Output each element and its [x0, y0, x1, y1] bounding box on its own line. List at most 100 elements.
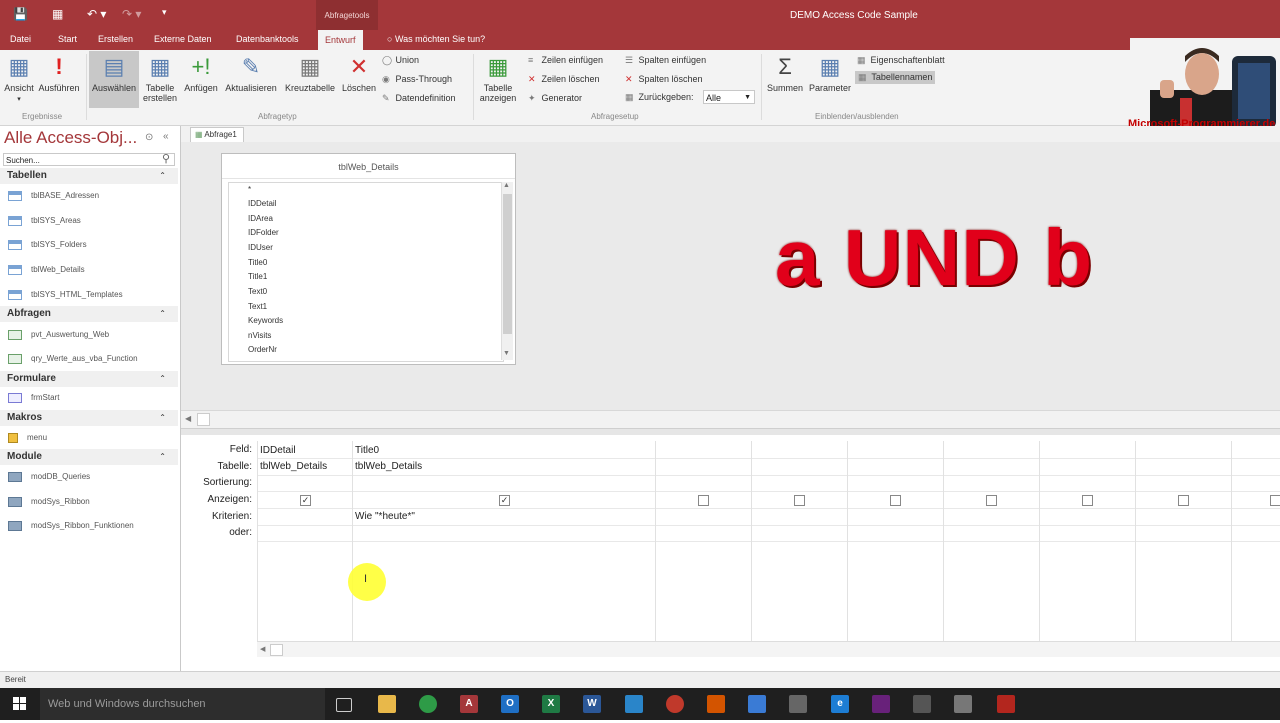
field-item[interactable]: Title0 [248, 258, 267, 267]
save-icon[interactable]: 💾 [13, 7, 28, 21]
eigenschaftenblatt-button[interactable]: ▦ Eigenschaftenblatt [857, 55, 945, 66]
field-list-tblweb-details[interactable]: tblWeb_Details * IDDetail IDArea IDFolde… [221, 153, 516, 365]
nav-item-tblsys-areas[interactable]: tblSYS_Areas [8, 216, 81, 226]
nav-item-tblsys-html-templates[interactable]: tblSYS_HTML_Templates [8, 290, 123, 300]
outlook-icon[interactable]: O [501, 695, 519, 713]
aktualisieren-button[interactable]: ✎ Aktualisieren [222, 54, 280, 93]
field-item[interactable]: Text0 [248, 287, 267, 296]
spalten-loeschen-button[interactable]: ✕ Spalten löschen [625, 74, 703, 85]
visual-studio-icon[interactable] [872, 695, 890, 713]
nav-item-modsys-ribbon-funktionen[interactable]: modSys_Ribbon_Funktionen [8, 521, 134, 531]
nav-search-input[interactable]: Suchen... [3, 153, 175, 166]
datendefinition-button[interactable]: ✎ Datendefinition [382, 93, 456, 104]
scroll-left-arrow-icon[interactable]: ◀ [260, 645, 265, 653]
loeschen-button[interactable]: ✕ Löschen [340, 54, 378, 93]
nav-item-pvt-auswertung-web[interactable]: pvt_Auswertung_Web [8, 330, 109, 340]
form-view-icon[interactable]: ▦ [52, 7, 63, 21]
grid-kriterien-cell[interactable]: Wie "*heute*" [355, 511, 415, 522]
show-checkbox[interactable] [794, 495, 805, 506]
grid-tabelle-cell[interactable]: tblWeb_Details [260, 461, 327, 472]
nav-category-tabellen[interactable]: Tabellen ⌃ [0, 168, 178, 184]
nav-category-makros[interactable]: Makros ⌃ [0, 410, 178, 426]
chrome-icon[interactable] [419, 695, 437, 713]
show-checkbox-checked[interactable]: ✓ [499, 495, 510, 506]
calendar-icon[interactable] [954, 695, 972, 713]
tab-entwurf[interactable]: Entwurf [318, 30, 363, 50]
tabellennamen-button[interactable]: ▦ Tabellennamen [855, 71, 936, 84]
field-item[interactable]: IDArea [248, 214, 273, 223]
tabelle-anzeigen-button[interactable]: ▦ Tabelle anzeigen [476, 54, 520, 103]
parameter-button[interactable]: ▦ Parameter [806, 54, 854, 93]
zurueckgeben-dropdown[interactable]: Alle ▼ [703, 90, 755, 104]
tabelle-erstellen-button[interactable]: ▦ Tabelle erstellen [141, 54, 179, 103]
scroll-up-arrow-icon[interactable]: ▲ [503, 182, 510, 189]
pass-through-button[interactable]: ◉ Pass-Through [382, 74, 452, 85]
nav-item-modsys-ribbon[interactable]: modSys_Ribbon [8, 497, 90, 507]
app-bird-icon[interactable] [625, 695, 643, 713]
collapse-pane-icon[interactable]: « [163, 131, 169, 142]
scrollbar-thumb[interactable] [270, 644, 283, 656]
tools-icon[interactable] [789, 695, 807, 713]
design-area-hscrollbar[interactable]: ◀ [181, 410, 1280, 428]
recorder-icon[interactable] [666, 695, 684, 713]
field-item[interactable]: Text1 [248, 302, 267, 311]
show-checkbox-checked[interactable]: ✓ [300, 495, 311, 506]
grid-tabelle-cell[interactable]: tblWeb_Details [355, 461, 422, 472]
search-icon[interactable]: ⚲ [162, 152, 170, 165]
zeilen-loeschen-button[interactable]: ✕ Zeilen löschen [528, 74, 600, 85]
customize-qat-icon[interactable]: ▾ [162, 7, 167, 18]
field-item[interactable]: OrderNr [248, 345, 277, 354]
union-button[interactable]: ◯ Union [382, 55, 419, 66]
undo-icon[interactable]: ↶ ▾ [87, 7, 106, 21]
nav-item-tblsys-folders[interactable]: tblSYS_Folders [8, 240, 87, 250]
nav-item-frmstart[interactable]: frmStart [8, 393, 59, 403]
nav-item-tblweb-details[interactable]: tblWeb_Details [8, 265, 85, 275]
tab-datei[interactable]: Datei [10, 34, 31, 44]
redo-icon[interactable]: ↷ ▾ [122, 7, 141, 21]
field-item[interactable]: * [248, 185, 251, 194]
field-item[interactable]: IDUser [248, 243, 273, 252]
zeilen-einfuegen-button[interactable]: ≡ Zeilen einfügen [528, 55, 603, 65]
spalten-einfuegen-button[interactable]: ☰ Spalten einfügen [625, 55, 706, 66]
show-checkbox[interactable] [890, 495, 901, 506]
field-item[interactable]: Keywords [248, 316, 283, 325]
field-item[interactable]: IDFolder [248, 228, 279, 237]
firefox-icon[interactable] [707, 695, 725, 713]
tab-erstellen[interactable]: Erstellen [98, 34, 133, 44]
tab-datenbanktools[interactable]: Datenbanktools [236, 34, 299, 44]
store-icon[interactable] [913, 695, 931, 713]
show-checkbox[interactable] [1082, 495, 1093, 506]
grid-feld-cell[interactable]: Title0 [355, 445, 379, 456]
ansicht-button[interactable]: ▦ Ansicht ▾ [2, 54, 36, 103]
task-view-icon[interactable] [336, 698, 352, 712]
field-list-title[interactable]: tblWeb_Details [222, 154, 515, 179]
field-item[interactable]: Title1 [248, 272, 267, 281]
word-icon[interactable]: W [583, 695, 601, 713]
show-checkbox[interactable] [1178, 495, 1189, 506]
access-icon[interactable]: A [460, 695, 478, 713]
show-checkbox[interactable] [1270, 495, 1280, 506]
excel-icon[interactable]: X [542, 695, 560, 713]
nav-item-menu[interactable]: menu [8, 433, 47, 443]
scrollbar-thumb[interactable] [197, 413, 210, 426]
nav-category-abfragen[interactable]: Abfragen ⌃ [0, 306, 178, 322]
nav-category-formulare[interactable]: Formulare ⌃ [0, 371, 178, 387]
nav-item-moddb-queries[interactable]: modDB_Queries [8, 472, 90, 482]
taskbar-search-box[interactable]: Web und Windows durchsuchen [40, 688, 325, 720]
generator-button[interactable]: ✦ Generator [528, 93, 582, 104]
auswaehlen-button[interactable]: ▤ Auswählen [89, 51, 139, 108]
scroll-left-arrow-icon[interactable]: ◀ [185, 414, 191, 423]
nav-menu-chevron-icon[interactable]: ⊙ [145, 132, 153, 143]
show-checkbox[interactable] [986, 495, 997, 506]
grid-feld-cell[interactable]: IDDetail [260, 445, 296, 456]
tab-abfrage1[interactable]: ▦ Abfrage1 [190, 127, 244, 142]
ausfuehren-button[interactable]: ! Ausführen [37, 54, 81, 93]
remote-desktop-icon[interactable] [748, 695, 766, 713]
edge-icon[interactable]: e [831, 695, 849, 713]
summen-button[interactable]: Σ Summen [764, 54, 806, 93]
tab-externe-daten[interactable]: Externe Daten [154, 34, 212, 44]
file-explorer-icon[interactable] [378, 695, 396, 713]
field-item[interactable]: nVisits [248, 331, 271, 340]
field-list-scrollbar[interactable]: ▲ ▼ [501, 182, 513, 360]
field-item[interactable]: dtCreated [248, 360, 283, 361]
